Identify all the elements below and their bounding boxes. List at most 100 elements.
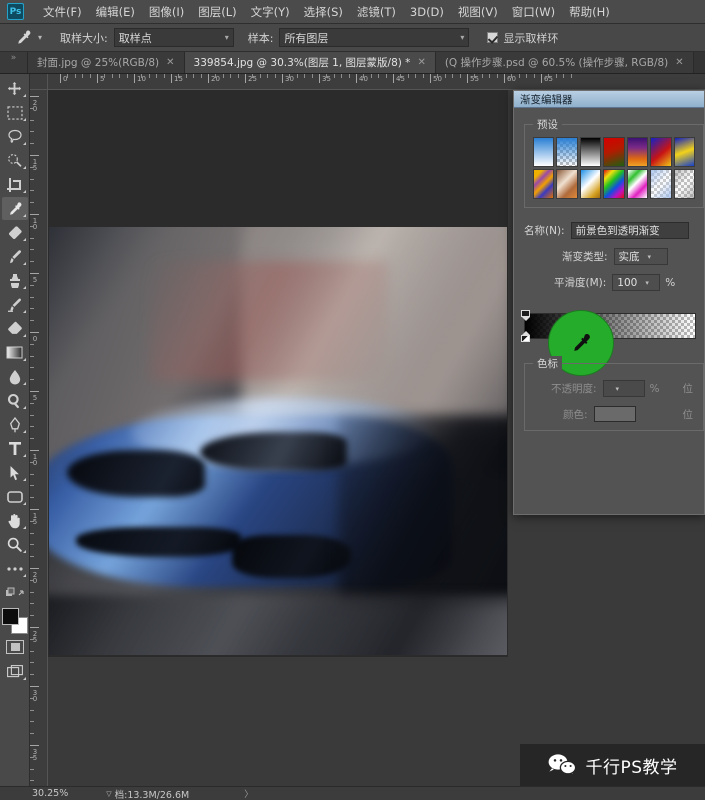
tab-close-icon[interactable]: ✕ <box>675 57 683 68</box>
ruler-corner[interactable] <box>30 74 48 90</box>
tool-preset-caret-icon[interactable]: ▾ <box>34 28 46 48</box>
sample-size-select[interactable]: 取样点 ▾ <box>113 28 234 47</box>
tab-close-icon[interactable]: ✕ <box>417 57 425 68</box>
sample-select[interactable]: 所有图层 ▾ <box>279 28 470 47</box>
rectangular-marquee-tool[interactable] <box>2 101 28 124</box>
ruler-tick <box>282 74 283 83</box>
pen-tool[interactable] <box>2 413 28 436</box>
gradient-preset-violet-orange[interactable] <box>626 137 649 167</box>
tools-panel <box>0 74 30 786</box>
menu-item-8[interactable]: 视图(V) <box>451 2 505 22</box>
gradient-preset-foreground-to-transparent[interactable] <box>556 137 578 167</box>
menu-item-2[interactable]: 图像(I) <box>142 2 191 22</box>
status-bar: 30.25% ▽ 档:13.3M/26.6M 〉 <box>0 786 705 800</box>
opacity-stop-marker[interactable] <box>521 310 530 321</box>
gradient-strip-area[interactable] <box>521 305 704 376</box>
gradient-type-label: 渐变类型: <box>562 251 608 263</box>
gradient-preset-yellow-violet-orange-blue[interactable] <box>579 169 602 199</box>
document-tab[interactable]: (Q 操作步骤.psd @ 60.5% (操作步骤, RGB/8) ✕ <box>435 52 694 73</box>
crop-tool[interactable] <box>2 173 28 196</box>
tool-flyout-icon <box>22 142 26 145</box>
ruler-tick-label: 15 <box>31 512 39 524</box>
tool-flyout-icon <box>22 310 26 313</box>
color-position-label: 位 <box>682 408 694 421</box>
menu-item-7[interactable]: 3D(D) <box>403 3 451 21</box>
screen-mode-button[interactable] <box>2 660 28 683</box>
type-tool[interactable] <box>2 437 28 460</box>
eraser-tool[interactable] <box>2 317 28 340</box>
tab-close-icon[interactable]: ✕ <box>166 57 174 68</box>
dialog-title-bar[interactable]: 渐变编辑器 <box>514 91 704 108</box>
gradient-preset-spectrum[interactable] <box>650 169 672 199</box>
dodge-tool[interactable] <box>2 389 28 412</box>
menu-item-6[interactable]: 滤镜(T) <box>350 2 403 22</box>
quick-selection-tool[interactable] <box>2 149 28 172</box>
gradient-preset-black-white[interactable] <box>579 137 602 167</box>
vertical-ruler[interactable]: 20 15 10 5 0 5 10 15 20 25 30 35 <box>30 90 48 786</box>
gradient-preset-chrome[interactable] <box>626 169 649 199</box>
document-tab[interactable]: 339854.jpg @ 30.3%(图层 1, 图层蒙版/8) * ✕ <box>184 52 436 73</box>
brush-tool[interactable] <box>2 245 28 268</box>
document-window[interactable] <box>48 90 508 657</box>
document-size-info[interactable]: ▽ 档:13.3M/26.6M <box>106 787 189 800</box>
gradient-preset-orange-yellow-orange[interactable] <box>533 169 555 199</box>
status-expand-icon[interactable]: 〉 <box>244 787 253 800</box>
color-mode-icons[interactable] <box>2 581 28 604</box>
edit-toolbar-button[interactable] <box>2 557 28 580</box>
smoothness-select[interactable]: 100 ▾ <box>612 274 661 291</box>
gradient-preset-copper[interactable] <box>603 169 625 199</box>
eyedropper-tool[interactable] <box>1 197 28 220</box>
menu-item-0[interactable]: 文件(F) <box>36 2 89 22</box>
show-sampling-ring-checkbox[interactable]: 显示取样环 <box>487 30 558 46</box>
name-input[interactable]: 前景色到透明渐变 <box>570 222 689 239</box>
hand-tool[interactable] <box>2 509 28 532</box>
history-brush-tool[interactable] <box>2 293 28 316</box>
chevron-down-icon: ▾ <box>224 33 229 42</box>
clone-stamp-tool[interactable] <box>2 269 28 292</box>
tab-overflow-icon[interactable]: » <box>0 52 28 73</box>
eyedropper-icon[interactable] <box>12 27 34 49</box>
gradient-preset-violet-green-orange[interactable] <box>556 169 578 199</box>
gradient-preset-blue-yellow-blue[interactable] <box>673 137 695 167</box>
path-selection-tool[interactable] <box>2 461 28 484</box>
menu-item-1[interactable]: 编辑(E) <box>89 2 142 22</box>
zoom-level[interactable]: 30.25% <box>32 788 68 799</box>
shape-tool[interactable] <box>2 485 28 508</box>
menu-item-5[interactable]: 选择(S) <box>297 2 350 22</box>
gradient-preset-blue-red-yellow[interactable] <box>650 137 672 167</box>
horizontal-ruler[interactable]: 0 5 10 15 20 25 30 35 40 45 50 55 60 65 <box>48 74 705 90</box>
gradient-preset-red-green[interactable] <box>603 137 625 167</box>
ruler-minor-tick <box>30 438 34 440</box>
quick-mask-icon[interactable] <box>5 640 24 654</box>
lasso-tool[interactable] <box>2 125 28 148</box>
spot-healing-brush-tool[interactable] <box>2 221 28 244</box>
gradient-type-select[interactable]: 实底 ▾ <box>613 248 668 265</box>
document-image[interactable] <box>49 227 507 655</box>
move-tool[interactable] <box>2 77 28 100</box>
ruler-tick <box>30 509 39 510</box>
gradient-preset-transparent-stripes[interactable] <box>673 169 695 199</box>
ruler-minor-tick <box>289 74 291 78</box>
opacity-input[interactable]: ▾ <box>602 380 645 397</box>
menu-item-4[interactable]: 文字(Y) <box>244 2 297 22</box>
ruler-minor-tick <box>30 650 34 652</box>
color-swatch-button[interactable] <box>593 406 636 422</box>
foreground-color-swatch[interactable] <box>1 608 19 625</box>
tool-flyout-icon <box>22 526 26 529</box>
color-swatches[interactable] <box>1 608 28 634</box>
document-tab[interactable]: 封面.jpg @ 25%(RGB/8) ✕ <box>28 52 185 73</box>
menu-item-10[interactable]: 帮助(H) <box>562 2 617 22</box>
blur-tool[interactable] <box>2 365 28 388</box>
ruler-minor-tick <box>30 591 34 593</box>
color-stop-marker[interactable] <box>521 331 530 342</box>
menu-item-9[interactable]: 窗口(W) <box>505 2 562 22</box>
ruler-minor-tick <box>30 485 34 487</box>
ruler-minor-tick <box>30 237 34 239</box>
preset-grid[interactable] <box>533 137 695 199</box>
gradient-preset-foreground-to-background[interactable] <box>533 137 555 167</box>
gradient-tool[interactable] <box>2 341 28 364</box>
storefront-streak-layer <box>149 261 388 382</box>
gradient-editor-dialog[interactable]: 渐变编辑器 预设 名称(N): 前景色到透明渐变 渐变类型: 实底 ▾ 平滑度(… <box>513 90 705 515</box>
menu-item-3[interactable]: 图层(L) <box>191 2 243 22</box>
zoom-tool[interactable] <box>2 533 28 556</box>
